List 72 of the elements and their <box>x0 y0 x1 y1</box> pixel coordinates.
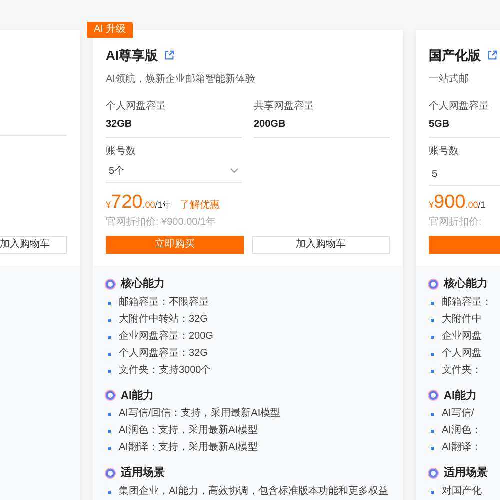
feature-item: AI翻译：支持，采用最新AI模型 <box>119 441 258 455</box>
spec-value: 5GB <box>429 118 451 132</box>
bullet-icon <box>108 413 111 416</box>
feature-item: AI润色： <box>442 424 482 438</box>
feature-section-icon <box>429 391 438 400</box>
section-title: AI能力 <box>121 388 154 404</box>
section-title: 核心能力 <box>444 276 488 292</box>
external-link-icon[interactable] <box>487 50 498 62</box>
plan-description: AI领航，焕新企业邮箱智能新体验 <box>106 72 256 86</box>
feature-item: 大附件中转站：32G <box>119 312 208 326</box>
feature-item: 集团企业，AI能力，高效协调，包含标准版本功能和更多权益 <box>119 484 388 498</box>
accounts-label: 账号数 <box>106 144 137 158</box>
section-title: 适用场景 <box>121 466 165 481</box>
feature-item: 文件夹： <box>442 364 482 378</box>
bullet-icon <box>108 318 111 322</box>
account-count-input[interactable]: 5 <box>429 164 500 186</box>
feature-section-icon <box>106 280 115 289</box>
feature-section-icon <box>106 468 115 478</box>
plan-title: 国产化版 <box>429 47 481 65</box>
section-title: 适用场景 <box>444 466 488 481</box>
chevron-down-icon <box>230 168 239 174</box>
feature-item: 个人网盘容量：32G <box>119 346 208 360</box>
feature-item: 个人网盘 <box>442 346 482 360</box>
feature-item: 文件夹：支持3000个 <box>119 364 212 378</box>
feature-item: 大附件中 <box>442 312 482 326</box>
price: ¥900.00/1 <box>429 192 486 214</box>
feature-item: AI写信/回信：支持，采用最新AI模型 <box>119 407 281 421</box>
feature-section-icon <box>429 280 438 289</box>
feature-item: 邮箱容量： <box>442 296 492 310</box>
feature-item: 企业网盘 <box>442 330 482 344</box>
account-count-dropdown[interactable]: 5个 <box>106 160 242 182</box>
feature-item: 邮箱容量：不限容量 <box>119 296 209 310</box>
bullet-icon <box>431 430 434 433</box>
bullet-icon <box>108 430 111 433</box>
bullet-icon <box>108 370 111 372</box>
list-price: 官网折扣价: ¥900.00/1年 <box>106 216 218 230</box>
bullet-icon <box>431 318 434 322</box>
price: ¥720.00/1年 <box>106 192 172 214</box>
feature-item: AI写信/ <box>442 407 474 421</box>
bullet-icon <box>431 413 434 416</box>
bullet-icon <box>108 302 111 304</box>
feature-item: AI翻译： <box>442 441 482 455</box>
bullet-icon <box>431 447 434 450</box>
bullet-icon <box>431 490 434 494</box>
external-link-icon[interactable] <box>164 50 175 62</box>
plan-title: AI尊享版 <box>106 47 158 65</box>
bullet-icon <box>108 336 111 338</box>
bullet-icon <box>108 352 111 356</box>
bullet-icon <box>431 302 434 304</box>
spec-value: 32GB <box>106 118 134 132</box>
bullet-icon <box>431 370 434 372</box>
spec-label: 共享网盘容量 <box>254 100 315 114</box>
section-title: 核心能力 <box>121 276 165 292</box>
bullet-icon <box>108 490 111 494</box>
feature-section-icon <box>106 391 115 400</box>
bullet-icon <box>431 352 434 356</box>
accounts-label: 账号数 <box>429 144 460 158</box>
add-to-cart-button[interactable]: 加入购物车 <box>0 236 67 254</box>
spec-label: 个人网盘容量 <box>429 100 490 114</box>
feature-item: 对国产化 <box>442 484 482 498</box>
upgrade-badge: AI 升级 <box>87 22 134 38</box>
spec-label: 个人网盘容量 <box>106 100 167 114</box>
list-price: 官网折扣价: <box>429 216 483 230</box>
feature-item: AI润色：支持，采用最新AI模型 <box>119 424 258 438</box>
feature-section-icon <box>429 468 438 478</box>
bullet-icon <box>431 336 434 338</box>
feature-item: 企业网盘容量：200G <box>119 330 214 344</box>
section-title: AI能力 <box>444 388 477 404</box>
bullet-icon <box>108 447 111 450</box>
plan-description: 一站式邮 <box>429 72 470 86</box>
add-to-cart-button[interactable]: 加入购物车 <box>252 236 390 254</box>
spec-value: 200GB <box>254 118 287 132</box>
